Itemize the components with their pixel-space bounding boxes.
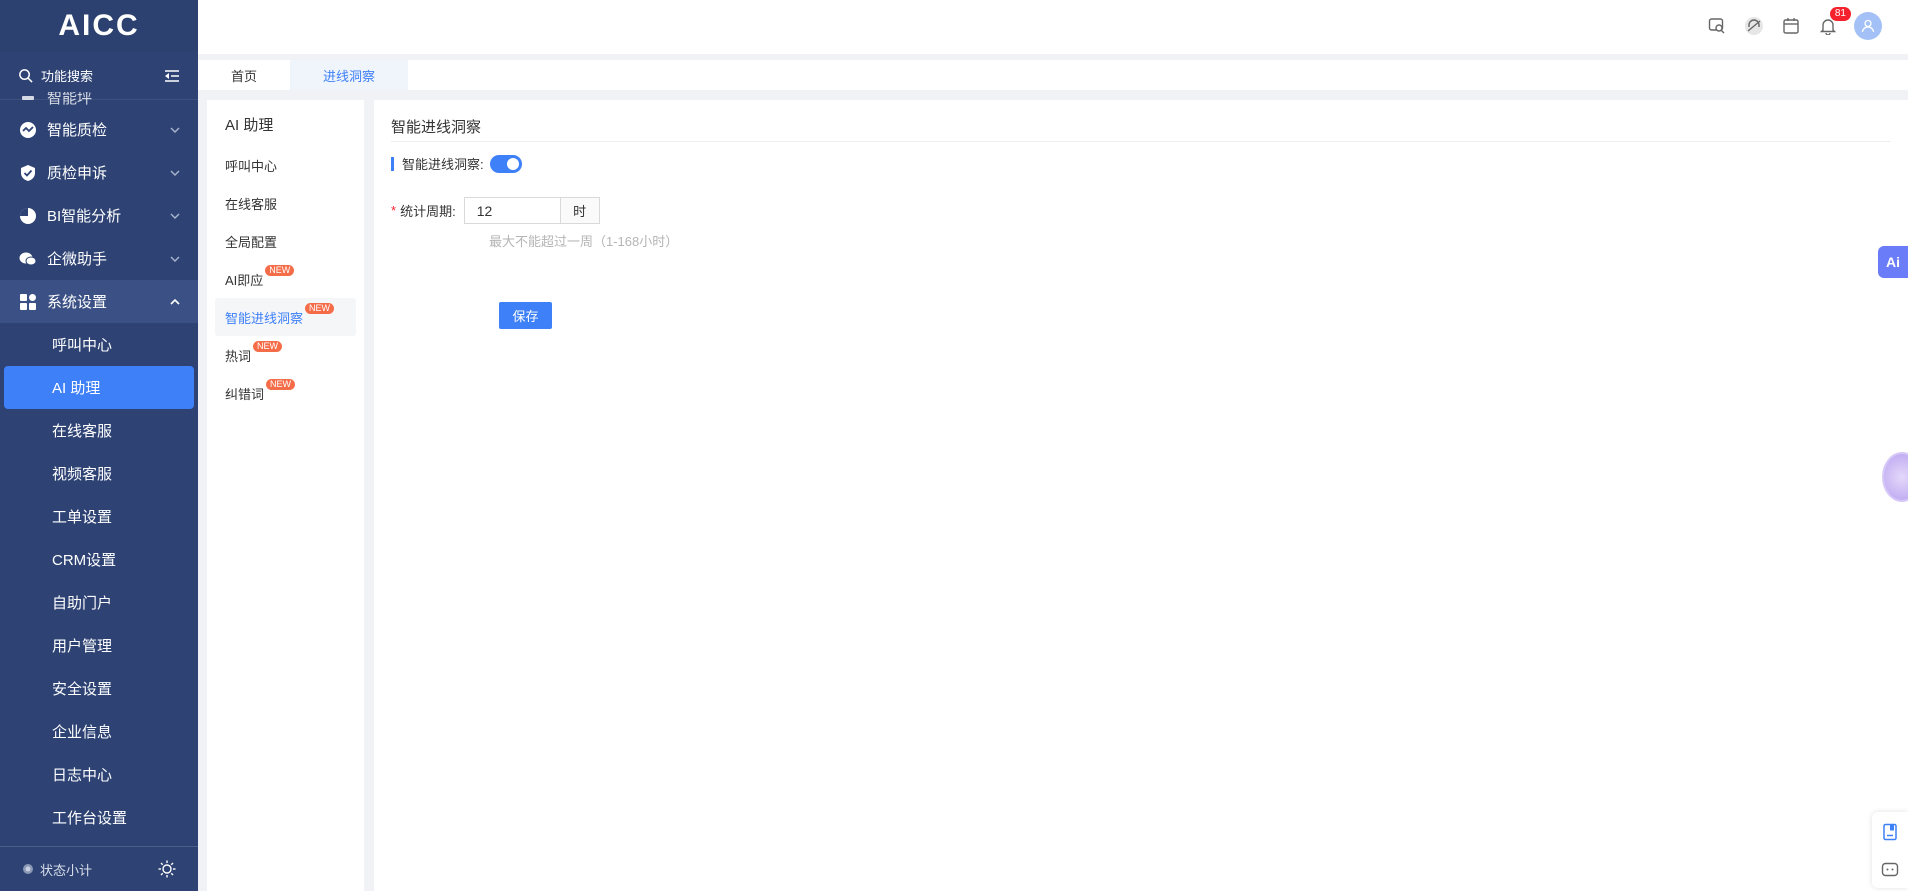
switch-label: 智能进线洞察: (402, 157, 484, 172)
sidebar-subitem-workbench-settings[interactable]: 工作台设置 (4, 796, 194, 839)
submenu-item-call-center[interactable]: 呼叫中心 (215, 146, 356, 184)
period-label: 统计周期: (400, 204, 456, 219)
submenu-item-smart-inbound-insight[interactable]: 智能进线洞察 NEW (215, 298, 356, 336)
submenu-item-label: 全局配置 (225, 234, 278, 250)
ai-assistant-float-button[interactable]: Ai (1878, 246, 1908, 278)
sidebar-item-appeal[interactable]: 质检申诉 (0, 151, 198, 194)
save-button[interactable]: 保存 (499, 302, 552, 329)
message-icon[interactable] (1881, 862, 1899, 878)
sidebar-subitem-video-service[interactable]: 视频客服 (4, 452, 194, 495)
book-icon[interactable] (1882, 823, 1898, 841)
sidebar-nav: 智能坪 智能质检 质检申诉 BI智能分析 企微助手 系统设置 呼叫中心 AI 助… (0, 92, 198, 846)
section-marker (391, 156, 394, 171)
shield-check-icon (18, 163, 38, 183)
period-unit: 时 (559, 197, 600, 224)
sidebar-item-quality-check[interactable]: 智能质检 (0, 108, 198, 151)
sidebar-item-bi-analysis[interactable]: BI智能分析 (0, 194, 198, 237)
quality-check-icon (18, 120, 38, 140)
new-badge: NEW (265, 264, 295, 276)
search-label: 功能搜索 (41, 69, 94, 84)
sidebar-subitem-ticket-settings[interactable]: 工单设置 (4, 495, 194, 538)
header-toolbar: 81 (1706, 7, 1882, 40)
avatar[interactable] (1854, 12, 1882, 40)
sidebar-item-system-settings[interactable]: 系统设置 (0, 280, 198, 323)
submenu-item-label: AI即应 (225, 272, 264, 288)
chevron-down-icon (170, 170, 180, 176)
period-hint: 最大不能超过一周（1-168小时） (489, 234, 679, 249)
submenu-item-ai-instant[interactable]: AI即应 NEW (215, 260, 356, 298)
chat-icon (18, 249, 38, 269)
calendar-icon[interactable] (1780, 15, 1802, 37)
collapse-menu-icon[interactable] (164, 69, 180, 83)
sidebar-subitem-crm-settings[interactable]: CRM设置 (4, 538, 194, 581)
submenu-item-hot-words[interactable]: 热词 NEW (215, 336, 356, 374)
sidebar-item-label: 智能质检 (47, 122, 108, 139)
chevron-down-icon (170, 127, 180, 133)
sidebar-footer: 状态小计 (0, 846, 198, 891)
sidebar-subitem-log-center[interactable]: 日志中心 (4, 753, 194, 796)
period-row: * 统计周期: 12 时 (391, 197, 1891, 224)
chevron-down-icon (170, 256, 180, 262)
sidebar-item-label: 智能坪 (47, 92, 93, 107)
user-icon (1861, 19, 1875, 33)
submenu-item-label: 纠错词 (225, 386, 265, 402)
sidebar-subitem-company-info[interactable]: 企业信息 (4, 710, 194, 753)
sidebar-subitem-self-service-portal[interactable]: 自助门户 (4, 581, 194, 624)
notification-badge: 81 (1829, 7, 1851, 21)
page-tabs: 首页 进线洞察 (198, 60, 1908, 90)
settings-panel: 智能进线洞察 智能进线洞察: * 统计周期: 12 时 最大不能超过一周（1-1… (374, 100, 1908, 891)
sidebar-item-wecom-assistant[interactable]: 企微助手 (0, 237, 198, 280)
toggle-knob (506, 157, 519, 170)
page-title: 智能进线洞察 (391, 112, 1891, 142)
status-dot-icon (23, 864, 33, 874)
sidebar-item-label: 企微助手 (47, 251, 108, 268)
submenu-item-label: 呼叫中心 (225, 158, 278, 174)
logo: AICC (0, 0, 198, 52)
grid-icon (18, 292, 38, 312)
sidebar-subitem-ai-assistant[interactable]: AI 助理 (4, 366, 194, 409)
module-icon (18, 92, 38, 108)
search-icon (19, 69, 33, 83)
bell-icon[interactable]: 81 (1817, 7, 1851, 37)
submenu-item-global-config[interactable]: 全局配置 (215, 222, 356, 260)
sidebar-subitem-security-settings[interactable]: 安全设置 (4, 667, 194, 710)
submenu-item-online-service[interactable]: 在线客服 (215, 184, 356, 222)
sidebar-item-label: 系统设置 (47, 294, 108, 311)
submenu-item-label: 智能进线洞察 (225, 310, 304, 326)
new-badge: NEW (266, 378, 296, 390)
tab-inbound-insight[interactable]: 进线洞察 (290, 60, 409, 90)
headset-icon[interactable] (1743, 15, 1765, 37)
sidebar-item-label: BI智能分析 (47, 208, 122, 225)
submenu-item-correction-words[interactable]: 纠错词 NEW (215, 374, 356, 412)
ai-float-label: Ai (1886, 254, 1900, 270)
insight-toggle[interactable] (489, 154, 522, 173)
sidebar: AICC 功能搜索 智能坪 智能质检 质检申诉 BI智能分析 企微助手 系统设置… (0, 0, 198, 891)
sidebar-item-partial[interactable]: 智能坪 (0, 92, 198, 108)
sidebar-subitem-user-management[interactable]: 用户管理 (4, 624, 194, 667)
insight-switch-row: 智能进线洞察: (391, 154, 1891, 173)
search-chat-icon[interactable] (1706, 15, 1728, 37)
period-input-group: 12 时 (463, 197, 600, 224)
required-asterisk: * (391, 203, 397, 218)
sidebar-subitem-online-service[interactable]: 在线客服 (4, 409, 194, 452)
sidebar-item-label: 质检申诉 (47, 165, 108, 182)
top-header: 81 (198, 0, 1908, 54)
side-toolbar (1872, 812, 1908, 888)
pie-chart-icon (18, 206, 38, 226)
sidebar-subitem-call-center[interactable]: 呼叫中心 (4, 323, 194, 366)
chevron-up-icon (170, 298, 180, 305)
sun-icon[interactable] (158, 860, 176, 878)
submenu-item-label: 在线客服 (225, 196, 278, 212)
status-summary-link[interactable]: 状态小计 (40, 860, 158, 879)
ai-assistant-menu: AI 助理 呼叫中心 在线客服 全局配置 AI即应 NEW 智能进线洞察 NEW 热… (207, 100, 364, 891)
submenu-item-label: 热词 (225, 348, 252, 364)
chevron-down-icon (170, 213, 180, 219)
new-badge: NEW (253, 340, 283, 352)
period-input[interactable]: 12 (463, 197, 560, 224)
submenu-title: AI 助理 (225, 117, 274, 134)
new-badge: NEW (305, 302, 335, 314)
tab-home[interactable]: 首页 (198, 60, 290, 90)
